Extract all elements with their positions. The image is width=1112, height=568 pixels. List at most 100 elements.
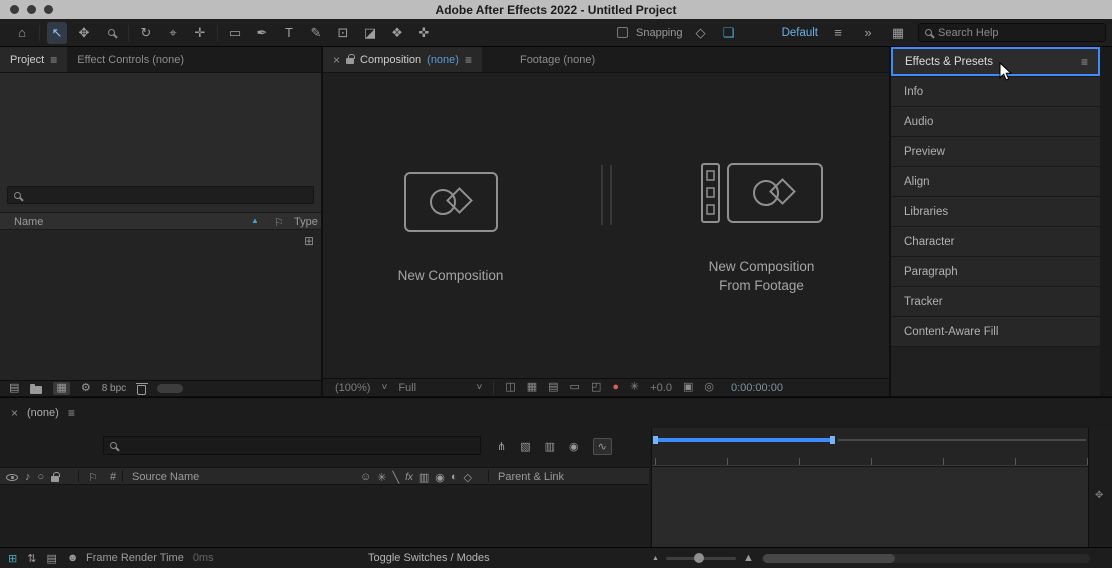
motion-blur-icon[interactable]: ◉ — [569, 440, 579, 453]
video-visibility-icon[interactable] — [6, 473, 18, 481]
tab-project[interactable]: Project ≡ — [0, 47, 68, 72]
timeline-scrollbar-strip[interactable]: ✥ — [1088, 428, 1112, 547]
new-composition-icon[interactable]: ▦ — [56, 383, 66, 394]
magnification-dropdown[interactable]: (100%) — [335, 382, 370, 394]
timeline-search-field[interactable] — [103, 436, 481, 455]
fullscreen-window-button[interactable] — [44, 5, 53, 14]
close-panel-icon[interactable]: × — [333, 53, 340, 67]
panel-header-align[interactable]: Align — [891, 167, 1100, 197]
column-name-label[interactable]: Name — [14, 216, 43, 228]
grid-options-icon[interactable]: ▦ — [527, 382, 537, 393]
timeline-search-input[interactable] — [123, 439, 474, 452]
minimize-window-button[interactable] — [27, 5, 36, 14]
time-navigator-bar[interactable] — [653, 436, 835, 444]
scrollbar-thumb[interactable] — [763, 554, 895, 563]
collaboration-icon[interactable]: ☻ — [67, 552, 79, 564]
workspace-default-button[interactable]: Default — [782, 27, 818, 39]
panel-header-content-aware-fill[interactable]: Content-Aware Fill — [891, 317, 1100, 347]
timeline-tracks-area[interactable] — [652, 466, 1088, 547]
help-search-input[interactable] — [938, 26, 1099, 39]
panel-layout-icon[interactable]: ▦ — [888, 22, 908, 44]
audio-icon[interactable]: ♪ — [25, 471, 31, 483]
column-options-icon[interactable]: ▤ — [46, 552, 56, 565]
zoom-in-mountain-icon[interactable]: ▲ — [743, 552, 754, 564]
project-items-list[interactable]: ⊞ — [0, 230, 321, 380]
roto-brush-tool-icon[interactable]: ❖ — [387, 22, 407, 44]
shy-icon[interactable]: ☺ — [360, 471, 371, 483]
timeline-horizontal-scrollbar[interactable] — [762, 554, 1090, 563]
solo-icon[interactable]: ○ — [38, 471, 45, 483]
layer-number-column[interactable]: # — [110, 471, 116, 483]
panel-header-tracker[interactable]: Tracker — [891, 287, 1100, 317]
tab-footage[interactable]: Footage (none) — [510, 47, 605, 72]
pan-hand-icon[interactable]: ✥ — [1095, 490, 1103, 501]
timeline-tab-label[interactable]: (none) — [27, 407, 59, 419]
pen-tool-icon[interactable]: ✒ — [252, 22, 272, 44]
toggle-view-icon[interactable]: ⇅ — [27, 552, 36, 565]
time-navigator-track[interactable] — [838, 439, 1086, 441]
adjustment-layer-icon[interactable]: ◐ — [451, 471, 458, 483]
tab-composition[interactable]: × Composition (none) ≡ — [323, 47, 482, 72]
time-navigator[interactable] — [653, 434, 1086, 446]
zoom-tool-icon[interactable] — [101, 22, 121, 44]
camera-tool-icon[interactable]: ⌖ — [163, 22, 183, 44]
label-color-column-icon[interactable]: ⚐ — [88, 471, 98, 484]
parent-link-column[interactable]: Parent & Link — [498, 471, 564, 483]
help-search-field[interactable] — [918, 23, 1106, 42]
resolution-dropdown[interactable]: Full ˅ — [398, 382, 482, 394]
take-snapshot-icon[interactable]: ▣ — [683, 382, 693, 393]
rectangle-tool-icon[interactable]: ▭ — [225, 22, 245, 44]
motion-blur-icon[interactable]: ◉ — [435, 471, 445, 484]
timeline-layers-area[interactable] — [0, 485, 649, 547]
3d-layer-icon[interactable]: ◇ — [464, 471, 472, 484]
snap-options-icon[interactable]: ◇ — [691, 22, 711, 44]
close-window-button[interactable] — [10, 5, 19, 14]
quality-icon[interactable]: ╲ — [392, 471, 399, 484]
panel-header-paragraph[interactable]: Paragraph — [891, 257, 1100, 287]
exposure-value[interactable]: +0.0 — [650, 382, 672, 394]
hand-tool-icon[interactable]: ✥ — [74, 22, 94, 44]
lock-panel-icon[interactable] — [346, 54, 355, 64]
sort-ascending-icon[interactable]: ▲ — [251, 216, 259, 225]
draft-3d-icon[interactable]: ▧ — [520, 440, 530, 453]
panel-header-effects-and-presets[interactable]: Effects & Presets ≡ — [891, 47, 1100, 76]
reset-exposure-icon[interactable]: ✳ — [630, 382, 639, 393]
new-composition-from-footage-button[interactable]: New Composition From Footage — [646, 161, 878, 295]
frame-blend-icon[interactable]: ▥ — [419, 471, 429, 484]
project-settings-icon[interactable]: ⚙ — [81, 383, 91, 394]
home-icon[interactable]: ⌂ — [12, 22, 32, 44]
show-channel-icon[interactable]: ● — [612, 382, 619, 393]
close-panel-icon[interactable]: × — [11, 406, 18, 420]
tab-effect-controls[interactable]: Effect Controls (none) — [67, 47, 194, 72]
current-time-display[interactable]: 0:00:00:00 — [731, 382, 783, 394]
panel-header-audio[interactable]: Audio — [891, 107, 1100, 137]
source-name-column[interactable]: Source Name — [132, 471, 199, 483]
new-folder-icon[interactable] — [30, 383, 43, 394]
panel-menu-icon[interactable]: ≡ — [50, 53, 57, 67]
new-composition-button[interactable]: New Composition — [335, 170, 567, 285]
collapse-transformations-icon[interactable]: ✳ — [377, 471, 386, 484]
eraser-tool-icon[interactable]: ◪ — [360, 22, 380, 44]
type-tool-icon[interactable]: T — [279, 22, 299, 44]
clone-stamp-tool-icon[interactable]: ⊡ — [333, 22, 353, 44]
snap-bounds-icon[interactable]: ❏ — [719, 22, 739, 44]
panel-menu-icon[interactable]: ≡ — [1081, 55, 1088, 69]
effects-icon[interactable]: fx — [405, 472, 413, 483]
show-snapshot-icon[interactable]: ◎ — [704, 382, 714, 393]
workspace-overflow-icon[interactable]: » — [858, 22, 878, 44]
project-search-input[interactable] — [27, 189, 307, 201]
zoom-slider-knob[interactable] — [693, 552, 704, 563]
project-search-field[interactable] — [7, 186, 314, 204]
time-ruler[interactable] — [652, 450, 1088, 466]
panel-header-character[interactable]: Character — [891, 227, 1100, 257]
panel-menu-icon[interactable]: ≡ — [465, 53, 472, 67]
zoom-out-mountain-icon[interactable]: ▲ — [652, 555, 659, 562]
brush-tool-icon[interactable]: ✎ — [306, 22, 326, 44]
puppet-pin-tool-icon[interactable]: ✜ — [414, 22, 434, 44]
panel-header-libraries[interactable]: Libraries — [891, 197, 1100, 227]
graph-editor-button[interactable]: ∿ — [592, 437, 612, 455]
timeline-zoom-slider[interactable] — [665, 552, 736, 563]
panel-header-preview[interactable]: Preview — [891, 137, 1100, 167]
mini-flowchart-icon[interactable]: ⋔ — [497, 440, 506, 453]
selection-tool-icon[interactable]: ↖ — [47, 21, 67, 44]
